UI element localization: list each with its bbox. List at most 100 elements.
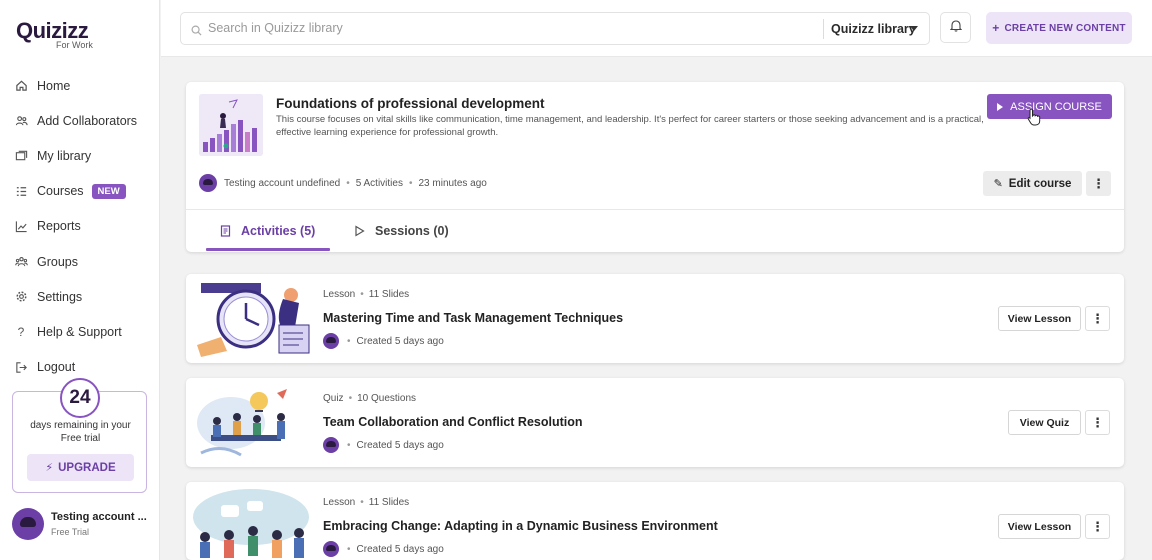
notifications-button[interactable] <box>940 12 971 43</box>
document-icon <box>220 225 232 237</box>
course-header-card: Foundations of professional development … <box>186 82 1124 252</box>
settings-icon <box>12 290 30 304</box>
collaborators-icon <box>12 114 30 128</box>
more-vertical-icon: ⋮ <box>1092 176 1105 191</box>
sidebar-nav: Home Add Collaborators My library Course… <box>0 68 160 385</box>
activity-meta: • Created 5 days ago <box>323 333 444 349</box>
course-more-button[interactable]: ⋮ <box>1086 171 1111 196</box>
search-bar: Quizizz library <box>180 12 930 45</box>
activity-meta: • Created 5 days ago <box>323 541 444 557</box>
user-profile[interactable]: Testing account ... Free Trial <box>12 508 152 542</box>
activity-created: Created 5 days ago <box>356 439 444 451</box>
edit-course-button[interactable]: ✎ Edit course <box>983 171 1082 196</box>
course-activities-count: 5 Activities <box>355 177 403 189</box>
sidebar-item-label: Logout <box>37 360 76 375</box>
top-bar: Quizizz library + CREATE NEW CONTENT <box>161 0 1152 57</box>
sidebar-item-label: Courses <box>37 184 84 199</box>
create-new-content-button[interactable]: + CREATE NEW CONTENT <box>986 12 1132 44</box>
library-select[interactable]: Quizizz library <box>831 22 916 36</box>
separator-dot: • <box>347 543 351 555</box>
upgrade-button[interactable]: ⚡ UPGRADE <box>27 454 134 481</box>
activity-count: 11 Slides <box>368 497 410 508</box>
separator-dot: • <box>360 289 364 300</box>
new-badge: NEW <box>91 183 126 199</box>
groups-icon <box>12 255 30 269</box>
user-name: Testing account ... <box>51 511 147 523</box>
more-vertical-icon: ⋮ <box>1091 415 1104 430</box>
activity-type-row: Lesson • 11 Slides <box>323 497 409 508</box>
activity-type: Lesson <box>323 497 356 508</box>
activity-card[interactable]: Quiz • 10 Questions Team Collaboration and… <box>186 378 1124 467</box>
search-input[interactable] <box>208 21 808 35</box>
divider <box>186 209 1124 210</box>
more-vertical-icon: ⋮ <box>1091 311 1104 326</box>
separator-dot: • <box>347 439 351 451</box>
sidebar-item-groups[interactable]: Groups <box>0 244 160 279</box>
sidebar-item-reports[interactable]: Reports <box>0 209 160 244</box>
activity-card[interactable]: Lesson • 11 Slides Mastering Time and Task… <box>186 274 1124 363</box>
trial-days-counter: 24 <box>60 378 100 418</box>
help-icon: ? <box>17 324 25 339</box>
search-icon <box>191 23 202 41</box>
pencil-icon: ✎ <box>993 178 1003 190</box>
sidebar-item-add-collaborators[interactable]: Add Collaborators <box>0 103 160 138</box>
view-lesson-button[interactable]: View Lesson <box>998 514 1081 539</box>
assign-course-button[interactable]: ASSIGN COURSE <box>987 94 1112 119</box>
trial-text-line1: days remaining in your <box>30 420 131 431</box>
activity-title[interactable]: Mastering Time and Task Management Techn… <box>323 311 623 325</box>
course-thumbnail <box>199 94 263 156</box>
sidebar-item-label: Add Collaborators <box>37 113 138 128</box>
course-updated: 23 minutes ago <box>418 177 487 189</box>
sidebar-item-label: My library <box>37 148 92 163</box>
sidebar-item-help-support[interactable]: ? Help & Support <box>0 314 160 349</box>
activity-type: Lesson <box>323 289 356 300</box>
tab-label: Sessions (0) <box>375 224 449 238</box>
course-description: This course focuses on vital skills like… <box>276 114 984 138</box>
courses-icon <box>12 184 30 198</box>
sidebar-item-home[interactable]: Home <box>0 68 160 103</box>
tab-sessions[interactable]: Sessions (0) <box>354 224 449 238</box>
course-title: Foundations of professional development <box>276 96 545 111</box>
activity-type-row: Quiz • 10 Questions <box>323 393 416 404</box>
activity-more-button[interactable]: ⋮ <box>1085 514 1110 539</box>
separator-dot: • <box>346 177 350 189</box>
more-vertical-icon: ⋮ <box>1091 519 1104 534</box>
chevron-down-icon[interactable] <box>910 26 918 31</box>
play-icon <box>997 102 1004 111</box>
logo-subtitle: For Work <box>56 40 93 50</box>
activity-more-button[interactable]: ⋮ <box>1085 306 1110 331</box>
activity-title[interactable]: Embracing Change: Adapting in a Dynamic … <box>323 519 718 533</box>
sidebar-item-label: Settings <box>37 289 83 304</box>
activity-count: 10 Questions <box>357 393 417 404</box>
separator-dot: • <box>360 497 364 508</box>
sidebar-item-my-library[interactable]: My library <box>0 138 160 173</box>
sidebar-item-courses[interactable]: Courses NEW <box>0 174 160 209</box>
active-tab-indicator <box>206 248 330 251</box>
activity-thumbnail <box>191 279 313 358</box>
tab-label: Activities (5) <box>241 224 316 238</box>
play-outline-icon <box>354 225 366 237</box>
view-lesson-button[interactable]: View Lesson <box>998 306 1081 331</box>
view-quiz-button[interactable]: View Quiz <box>1008 410 1081 435</box>
reports-icon <box>12 219 30 233</box>
quizizz-logo[interactable]: Quizizz For Work <box>16 18 93 50</box>
activity-card[interactable]: Lesson • 11 Slides Embracing Change: Adapt… <box>186 482 1124 560</box>
activity-more-button[interactable]: ⋮ <box>1085 410 1110 435</box>
logout-icon <box>12 360 30 374</box>
sidebar: Quizizz For Work Home Add Collaborators … <box>0 0 160 560</box>
activity-title[interactable]: Team Collaboration and Conflict Resoluti… <box>323 415 583 429</box>
activity-created: Created 5 days ago <box>356 543 444 555</box>
course-meta: Testing account undefined • 5 Activities… <box>199 174 487 192</box>
trial-card: 24 days remaining in your Free trial ⚡ U… <box>12 378 148 493</box>
avatar <box>323 541 339 557</box>
sidebar-item-label: Help & Support <box>37 324 122 339</box>
sidebar-item-settings[interactable]: Settings <box>0 279 160 314</box>
activity-meta: • Created 5 days ago <box>323 437 444 453</box>
activity-type-row: Lesson • 11 Slides <box>323 289 409 300</box>
tab-activities[interactable]: Activities (5) <box>220 224 315 238</box>
bolt-icon: ⚡ <box>45 462 54 474</box>
separator-dot: • <box>408 177 413 189</box>
trial-text: days remaining in your Free trial <box>13 419 148 445</box>
activity-type: Quiz <box>323 393 344 404</box>
activity-created: Created 5 days ago <box>356 335 444 347</box>
